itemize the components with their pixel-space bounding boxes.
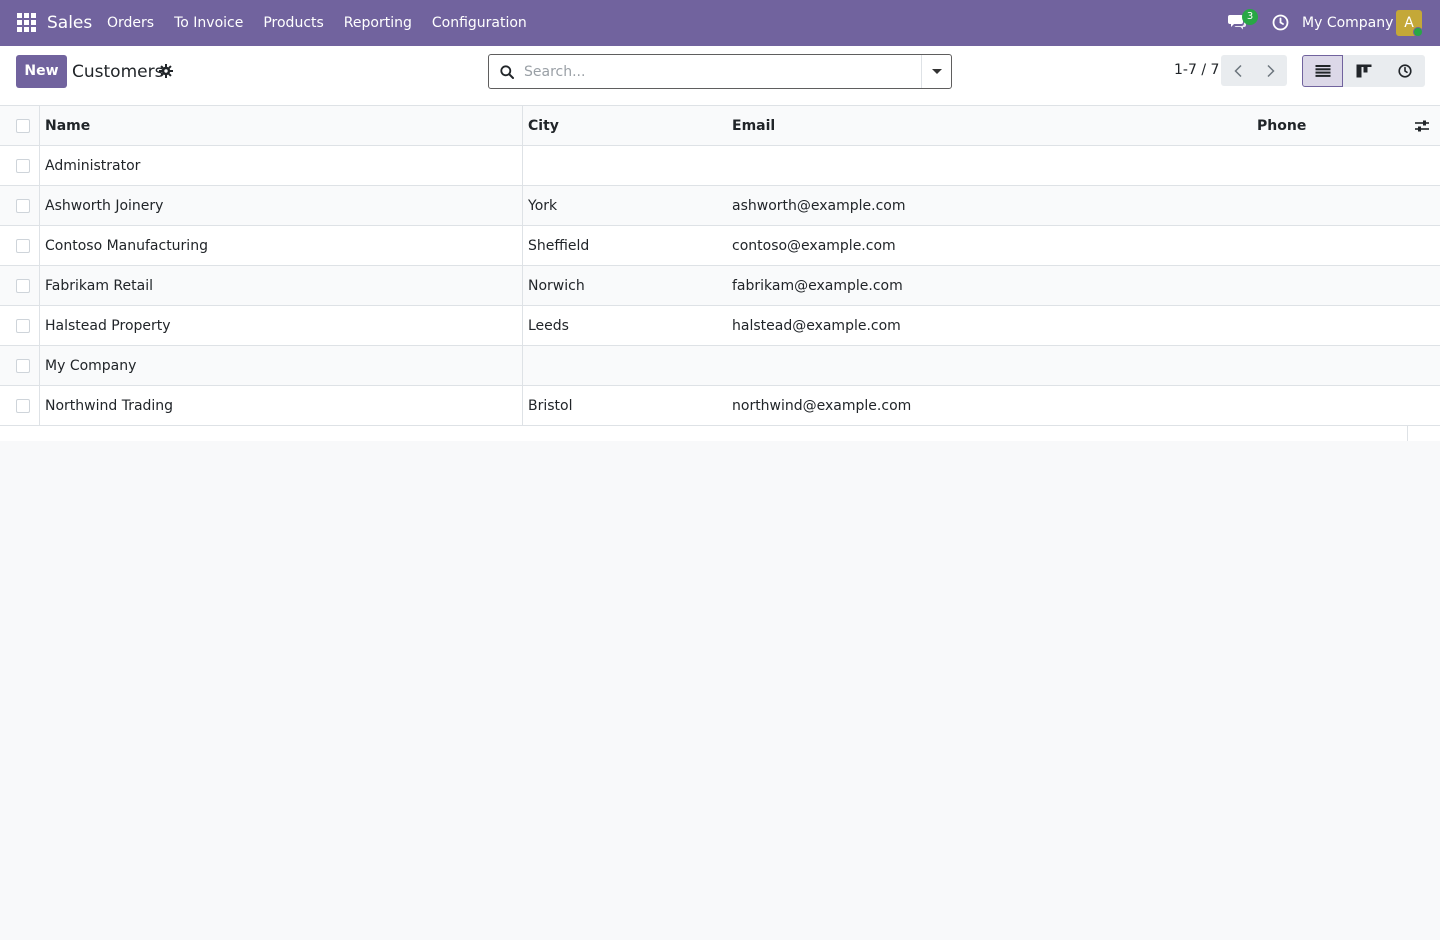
pager-previous-button[interactable] xyxy=(1221,55,1254,86)
table-row[interactable]: Ashworth Joinery York ashworth@example.c… xyxy=(0,186,1440,226)
cell-phone xyxy=(1257,146,1407,186)
control-panel: New Customers 1-7 / 7 xyxy=(0,46,1440,106)
cell-phone xyxy=(1257,346,1407,386)
chevron-left-icon xyxy=(1233,64,1242,77)
cell-email: northwind@example.com xyxy=(732,398,912,414)
main-menu: Orders To Invoice Products Reporting Con… xyxy=(97,0,537,46)
table-header-row: Name City Email Phone xyxy=(0,106,1440,146)
search-icon xyxy=(500,65,514,79)
activity-view-button[interactable] xyxy=(1384,55,1425,87)
select-all-checkbox[interactable] xyxy=(16,119,30,133)
cell-email: ashworth@example.com xyxy=(732,198,906,214)
row-checkbox[interactable] xyxy=(16,239,30,253)
table-row[interactable]: My Company xyxy=(0,346,1440,386)
row-checkbox[interactable] xyxy=(16,359,30,373)
cell-phone xyxy=(1257,226,1407,266)
table-row[interactable]: Northwind Trading Bristol northwind@exam… xyxy=(0,386,1440,426)
row-checkbox[interactable] xyxy=(16,319,30,333)
column-header-phone[interactable]: Phone xyxy=(1257,106,1407,146)
row-select-cell xyxy=(0,186,40,226)
cell-phone xyxy=(1257,306,1407,346)
column-header-email[interactable]: Email xyxy=(732,106,1252,146)
new-button[interactable]: New xyxy=(16,55,67,88)
activity-clock-icon[interactable] xyxy=(1272,14,1289,31)
header-select-cell xyxy=(0,106,40,146)
row-select-cell xyxy=(0,346,40,386)
clock-icon xyxy=(1397,64,1412,78)
column-header-city[interactable]: City xyxy=(522,106,727,146)
cell-city: York xyxy=(522,186,727,226)
cell-city: Norwich xyxy=(522,266,727,306)
apps-menu-icon[interactable] xyxy=(17,13,36,32)
row-checkbox[interactable] xyxy=(16,399,30,413)
chevron-right-icon xyxy=(1266,64,1275,77)
cell-name: Administrator xyxy=(45,158,141,174)
row-checkbox[interactable] xyxy=(16,279,30,293)
row-select-cell xyxy=(0,386,40,426)
row-select-cell xyxy=(0,306,40,346)
app-name[interactable]: Sales xyxy=(47,0,92,46)
messages-badge: 3 xyxy=(1242,9,1258,25)
cell-name: Northwind Trading xyxy=(45,398,174,414)
pager-next-button[interactable] xyxy=(1254,55,1287,86)
top-navbar: Sales Orders To Invoice Products Reporti… xyxy=(0,0,1440,46)
list-icon xyxy=(1315,65,1330,77)
row-checkbox[interactable] xyxy=(16,199,30,213)
menu-item-orders[interactable]: Orders xyxy=(97,0,164,46)
page-title: Customers xyxy=(72,62,164,82)
company-switcher[interactable]: My Company xyxy=(1302,0,1393,46)
gear-icon[interactable] xyxy=(159,64,173,78)
cell-name: Halstead Property xyxy=(45,318,171,334)
cell-phone xyxy=(1257,386,1407,426)
menu-item-products[interactable]: Products xyxy=(253,0,333,46)
list-view-button[interactable] xyxy=(1302,55,1343,87)
table-row[interactable]: Fabrikam Retail Norwich fabrikam@example… xyxy=(0,266,1440,306)
search-options-toggle[interactable] xyxy=(921,55,951,88)
footer-divider xyxy=(1407,426,1408,441)
search-box xyxy=(488,54,952,89)
cell-name: Fabrikam Retail xyxy=(45,278,153,294)
menu-item-configuration[interactable]: Configuration xyxy=(422,0,537,46)
cell-email xyxy=(732,346,1252,386)
search-input[interactable] xyxy=(524,56,919,87)
column-header-name[interactable]: Name xyxy=(45,106,517,146)
cell-name: My Company xyxy=(45,358,137,374)
customer-list: Name City Email Phone Administrator Ashw… xyxy=(0,106,1440,441)
kanban-icon xyxy=(1356,64,1371,78)
pager-value[interactable]: 1-7 / 7 xyxy=(1174,61,1219,79)
table-footer xyxy=(0,426,1440,441)
cell-phone xyxy=(1257,186,1407,226)
online-status-indicator xyxy=(1413,27,1423,37)
cell-city: Leeds xyxy=(522,306,727,346)
cell-phone xyxy=(1257,266,1407,306)
table-row[interactable]: Administrator xyxy=(0,146,1440,186)
menu-item-to-invoice[interactable]: To Invoice xyxy=(164,0,253,46)
row-checkbox[interactable] xyxy=(16,159,30,173)
cell-email: halstead@example.com xyxy=(732,318,901,334)
table-row[interactable]: Contoso Manufacturing Sheffield contoso@… xyxy=(0,226,1440,266)
optional-columns-icon[interactable] xyxy=(1414,118,1430,134)
kanban-view-button[interactable] xyxy=(1343,55,1384,87)
cell-city xyxy=(522,346,727,386)
cell-email: contoso@example.com xyxy=(732,238,896,254)
row-select-cell xyxy=(0,226,40,266)
cell-email xyxy=(732,146,1252,186)
cell-city: Bristol xyxy=(522,386,727,426)
cell-city: Sheffield xyxy=(522,226,727,266)
row-select-cell xyxy=(0,266,40,306)
cell-email: fabrikam@example.com xyxy=(732,278,903,294)
table-row[interactable]: Halstead Property Leeds halstead@example… xyxy=(0,306,1440,346)
caret-down-icon xyxy=(932,69,942,74)
menu-item-reporting[interactable]: Reporting xyxy=(334,0,422,46)
cell-city xyxy=(522,146,727,186)
row-select-cell xyxy=(0,146,40,186)
cell-name: Ashworth Joinery xyxy=(45,198,164,214)
cell-name: Contoso Manufacturing xyxy=(45,238,208,254)
